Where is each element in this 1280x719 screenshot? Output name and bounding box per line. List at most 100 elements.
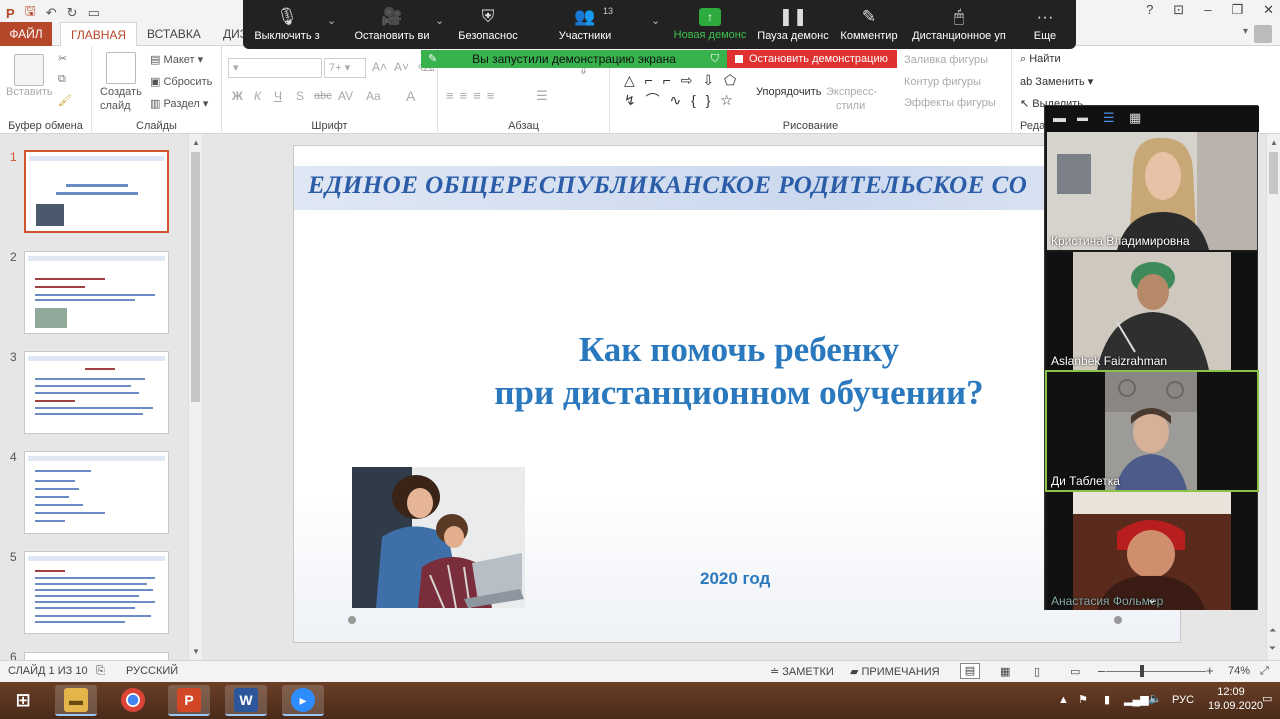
minimize-button[interactable]: – (1204, 2, 1211, 18)
save-icon[interactable]: 🖫 (25, 2, 36, 24)
paste-button[interactable]: Вставить (6, 86, 53, 98)
slide-thumbnail-3[interactable] (24, 351, 169, 434)
thumbnails-scrollbar[interactable]: ▲ ▼ (188, 134, 202, 660)
slideshow-view-icon[interactable]: ▭ (1070, 665, 1080, 678)
font-size-combo[interactable]: 7+ ▾ (324, 58, 366, 78)
video-tile-participant-1[interactable]: Кристина Владимировна (1047, 132, 1257, 250)
editor-scrollbar[interactable]: ▲ ⏶ ⏷ (1266, 134, 1280, 660)
network-warning-icon[interactable]: ⚑ (1078, 693, 1088, 719)
italic-button[interactable]: К (254, 89, 261, 103)
selection-handle[interactable] (348, 616, 356, 624)
slide-thumbnail-4[interactable] (24, 451, 169, 534)
undo-icon[interactable]: ↶ (46, 5, 57, 21)
slide-title[interactable]: Как помочь ребенку при дистанционном обу… (414, 328, 1064, 414)
quick-styles-button-line2[interactable]: стили (836, 100, 865, 112)
participants-options-chevron-icon[interactable]: ⌄ (651, 14, 660, 27)
account-avatar[interactable] (1254, 25, 1272, 43)
battery-icon[interactable]: ▮ (1104, 693, 1110, 719)
hide-video-icon[interactable]: ▬ (1077, 112, 1088, 124)
slide-thumbnail-5[interactable] (24, 551, 169, 634)
spellcheck-icon[interactable]: ⎘ (96, 665, 105, 678)
slide-header-text[interactable]: ЕДИНОЕ ОБЩЕРЕСПУБЛИКАНСКОЕ РОДИТЕЛЬСКОЕ … (308, 172, 1027, 200)
close-button[interactable]: ✕ (1263, 2, 1274, 18)
scroll-down-icon[interactable]: ▼ (192, 647, 200, 656)
prev-slide-icon[interactable]: ⏶ (1269, 625, 1276, 636)
slide-thumbnail-2[interactable] (24, 251, 169, 334)
strikethrough-button[interactable]: abc (314, 90, 332, 102)
ribbon-display-icon[interactable]: ⊡ (1173, 2, 1184, 18)
scroll-up-icon[interactable]: ▲ (192, 138, 200, 147)
columns-icon[interactable]: ☰ (536, 88, 548, 104)
new-share-button[interactable]: ↑ Новая демонс (671, 0, 749, 49)
align-icons[interactable]: ≡≡≡≡ (446, 88, 500, 103)
find-button[interactable]: ⌕ Найти (1020, 53, 1061, 66)
font-color-button[interactable]: A (406, 88, 415, 104)
slide-photo[interactable] (352, 467, 525, 608)
taskbar-zoom[interactable]: ▸ (282, 685, 324, 716)
volume-icon[interactable]: 🔈 (1148, 692, 1162, 719)
new-slide-icon[interactable] (106, 52, 136, 84)
bold-button[interactable]: Ж (232, 89, 243, 103)
fit-slide-icon[interactable]: ⤢ (1260, 665, 1269, 678)
shrink-font-icon[interactable]: A˅ (394, 60, 409, 74)
slideshow-icon[interactable]: ▭ (88, 5, 100, 21)
signal-icon[interactable]: ▂▄▆ (1124, 693, 1149, 719)
tray-overflow-icon[interactable]: ▲ (1058, 694, 1069, 719)
char-spacing-button[interactable]: AV (338, 89, 353, 103)
zoom-level[interactable]: 74% (1228, 665, 1250, 677)
shapes-gallery[interactable]: △ ⌐ ⌐ ⇨ ⇩ ⬠ (624, 72, 739, 89)
zoom-in-icon[interactable]: + (1206, 663, 1214, 678)
gallery-scroll-chevron-icon[interactable]: ⌄ (1147, 592, 1157, 606)
layout-button[interactable]: ▤ Макет ▾ (150, 53, 203, 66)
grow-font-icon[interactable]: A˄ (372, 60, 387, 74)
tab-insert[interactable]: ВСТАВКА (137, 22, 211, 46)
annotate-button[interactable]: ✎ Комментир (837, 0, 901, 49)
tab-home[interactable]: ГЛАВНАЯ (60, 22, 138, 47)
clock[interactable]: 12:09 19.09.2020 (1208, 686, 1263, 719)
underline-button[interactable]: Ч (274, 89, 282, 103)
zoom-slider-knob[interactable] (1140, 665, 1144, 677)
selection-handle[interactable] (1114, 616, 1122, 624)
tab-file[interactable]: ФАЙЛ (0, 22, 52, 46)
account-chevron-icon[interactable]: ▾ (1243, 26, 1248, 37)
start-button[interactable]: ⊞ (2, 685, 44, 716)
input-language[interactable]: РУС (1172, 694, 1194, 719)
zoom-slider[interactable] (1106, 671, 1206, 672)
video-tile-participant-3[interactable]: Ди Таблетка (1045, 370, 1259, 492)
taskbar-chrome[interactable] (112, 685, 154, 716)
normal-view-icon[interactable]: ▤ (960, 663, 980, 679)
taskbar-explorer[interactable]: ▬ (55, 685, 97, 716)
notifications-icon[interactable]: ▭ (1262, 692, 1272, 719)
help-icon[interactable]: ? (1146, 2, 1153, 18)
copy-icon[interactable]: ⧉ (58, 73, 66, 86)
pause-share-button[interactable]: ❚❚ Пауза демонс (755, 0, 831, 49)
cut-icon[interactable]: ✂ (58, 52, 67, 65)
scroll-up-icon[interactable]: ▲ (1270, 138, 1278, 147)
new-slide-button[interactable]: Создать (100, 86, 142, 98)
replace-button[interactable]: ab Заменить ▾ (1020, 75, 1093, 88)
section-button[interactable]: ▥ Раздел ▾ (150, 97, 208, 110)
comments-button[interactable]: ▰ ПРИМЕЧАНИЯ (850, 665, 940, 678)
reading-view-icon[interactable]: ▯ (1034, 665, 1040, 678)
minimize-video-icon[interactable]: ▬ (1053, 110, 1066, 125)
change-case-button[interactable]: Aa (366, 89, 381, 103)
slide-thumbnail-1[interactable] (24, 150, 169, 233)
mute-button[interactable]: 🎙 Выключить з (245, 0, 329, 49)
sharing-status-banner[interactable]: ✎ Вы запустили демонстрацию экрана ⛉ (421, 50, 727, 68)
reset-button[interactable]: ▣ Сбросить (150, 75, 212, 88)
more-button[interactable]: ··· Еще (1025, 0, 1065, 49)
language-indicator[interactable]: РУССКИЙ (126, 665, 178, 677)
paste-icon[interactable] (14, 54, 44, 86)
active-speaker-view-icon[interactable]: ☰ (1103, 110, 1115, 126)
taskbar-powerpoint[interactable]: P (168, 685, 210, 716)
stop-share-button[interactable]: Остановить демонстрацию (727, 50, 897, 68)
video-tile-participant-2[interactable]: Aslanbek Faizrahman (1047, 252, 1257, 370)
shapes-gallery-row2[interactable]: ↯ ⌒ ∿ { } ☆ (624, 90, 736, 110)
taskbar-word[interactable]: W (225, 685, 267, 716)
security-button[interactable]: ⛨ Безопаснос (455, 0, 521, 49)
shape-outline-button[interactable]: Контур фигуры (904, 76, 981, 88)
shape-fill-button[interactable]: Заливка фигуры (904, 54, 988, 66)
remote-control-button[interactable]: 🖱 Дистанционное уп (909, 0, 1009, 49)
video-options-chevron-icon[interactable]: ⌄ (435, 14, 444, 27)
scrollbar-thumb[interactable] (191, 152, 200, 402)
